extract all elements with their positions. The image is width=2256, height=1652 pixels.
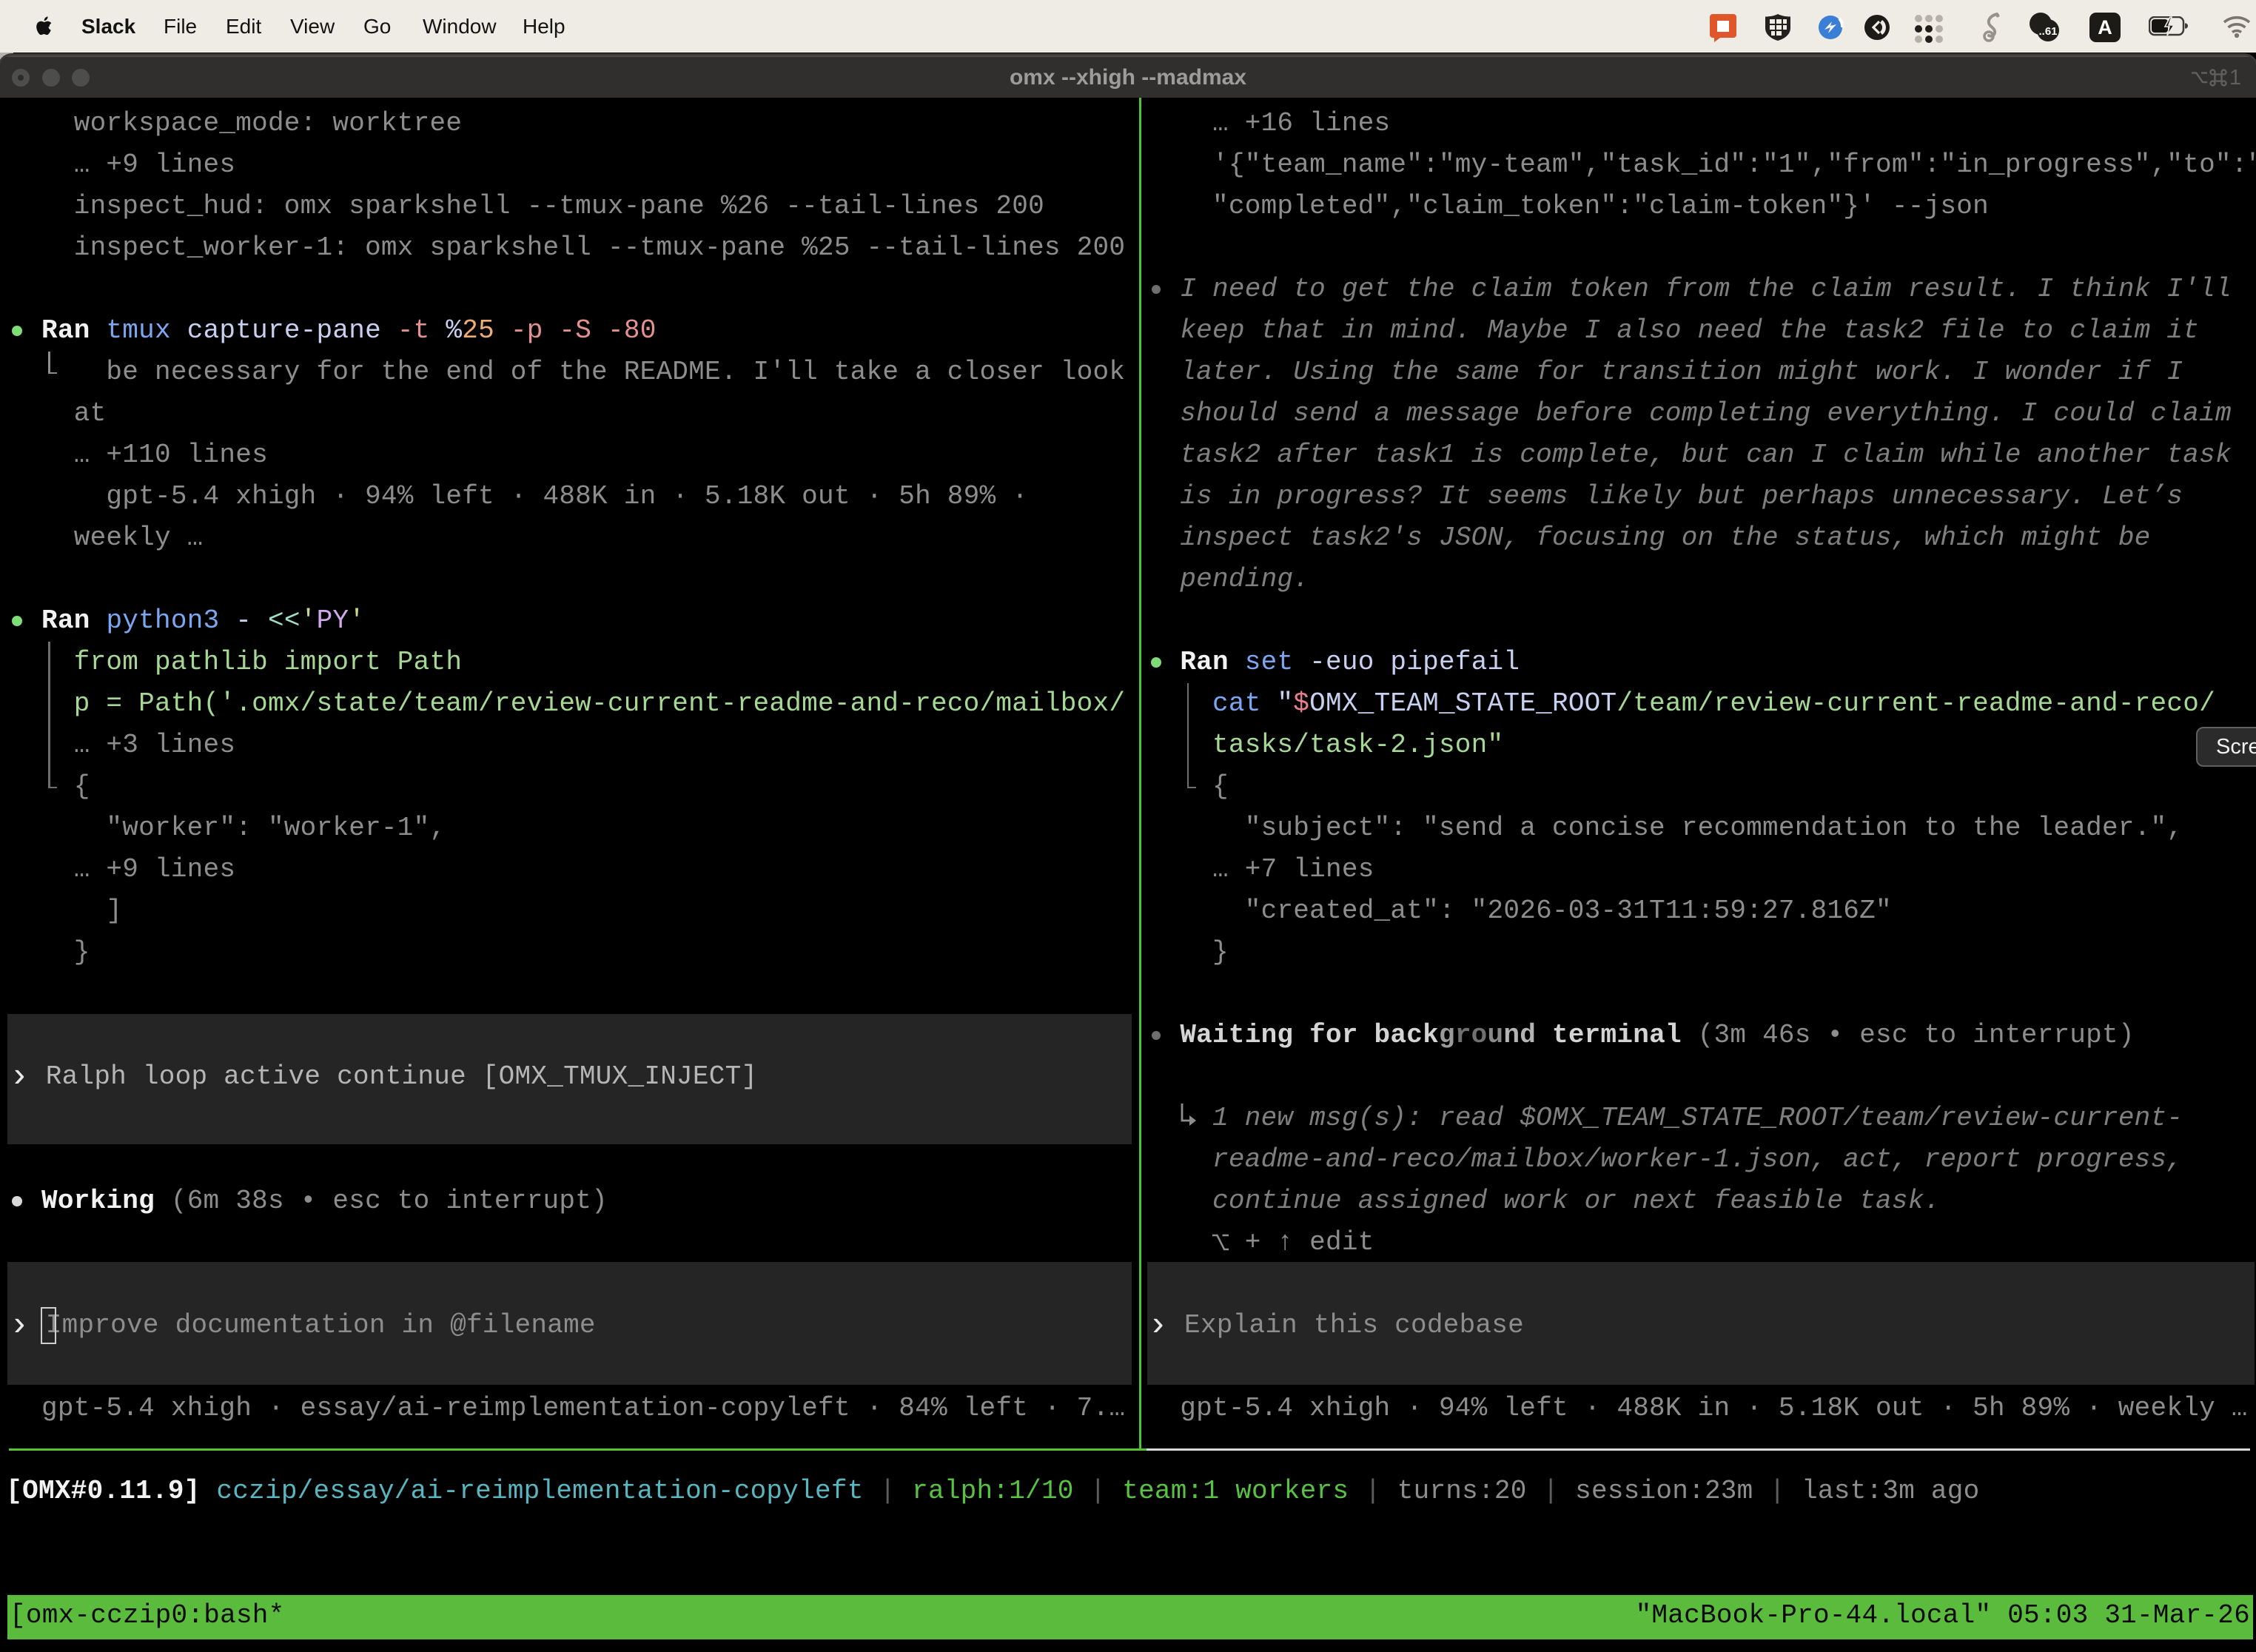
svg-text:..61: ..61 [2038, 25, 2057, 38]
